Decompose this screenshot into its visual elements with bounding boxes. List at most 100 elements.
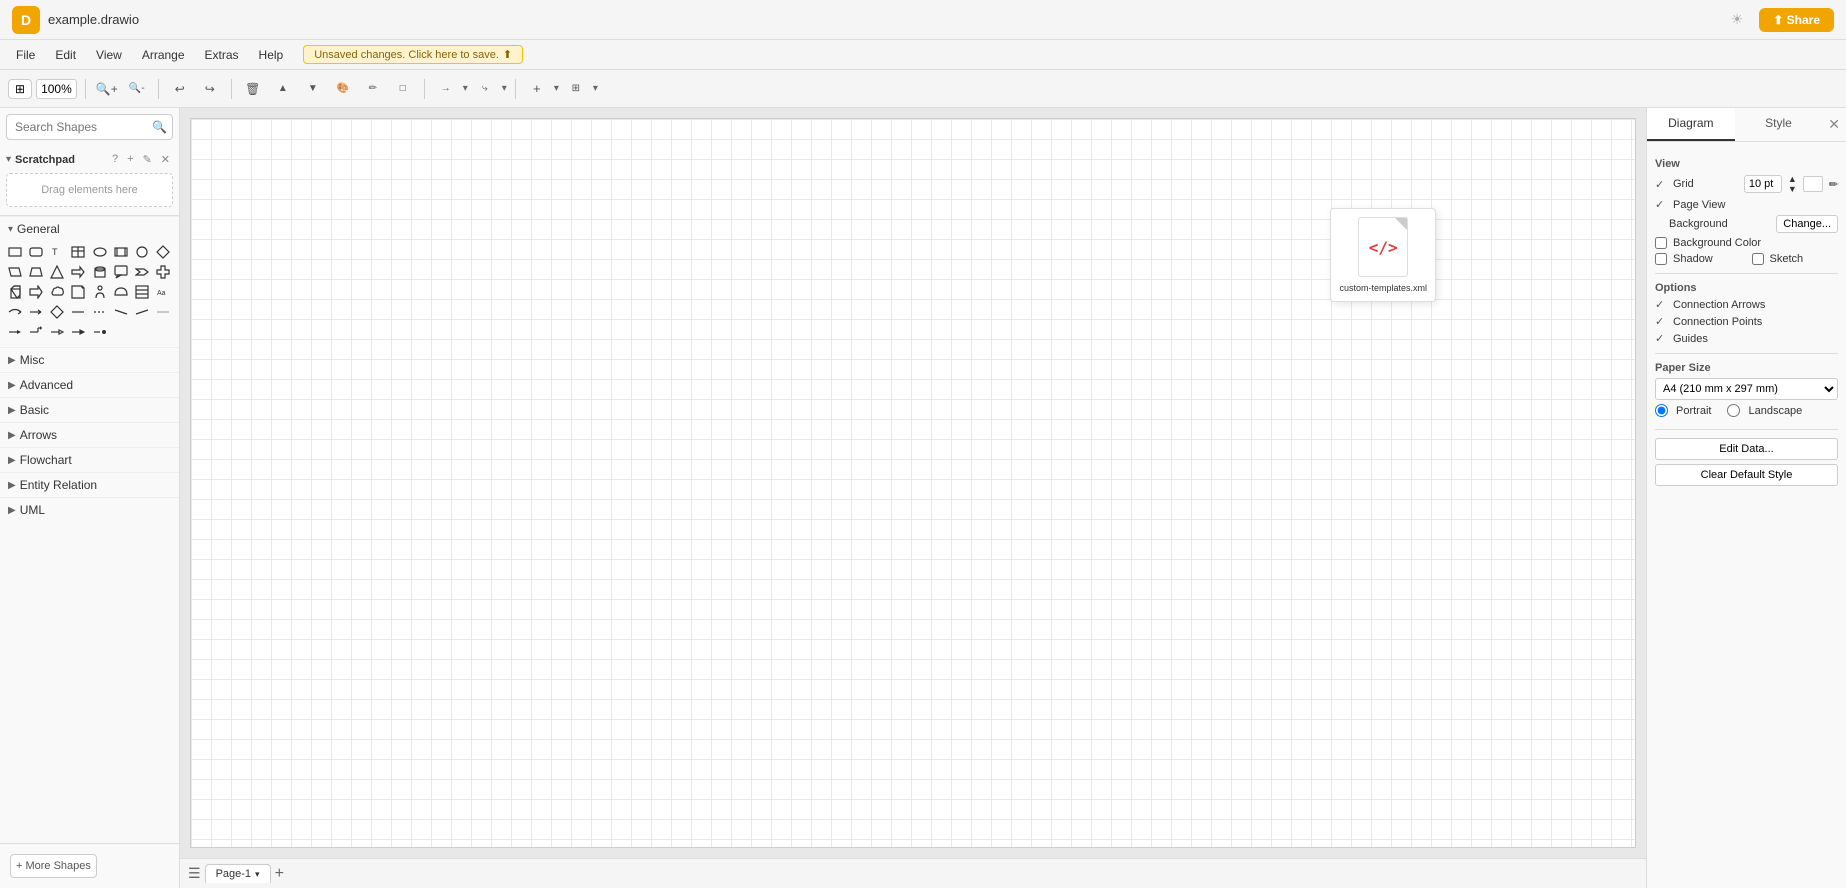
grid-value-input[interactable]: [1744, 175, 1782, 193]
menu-edit[interactable]: Edit: [47, 45, 84, 65]
shape-triangle[interactable]: [48, 263, 66, 281]
undo-button[interactable]: ↩: [167, 77, 193, 101]
section-misc[interactable]: ▶ Misc: [0, 347, 179, 372]
unsaved-badge[interactable]: Unsaved changes. Click here to save. ⬆: [303, 45, 523, 64]
shape-person[interactable]: [91, 283, 109, 301]
shape-trapezoid[interactable]: [27, 263, 45, 281]
shape-table2[interactable]: [133, 283, 151, 301]
tab-diagram[interactable]: Diagram: [1647, 108, 1735, 141]
shape-rect-rounded[interactable]: [27, 243, 45, 261]
paper-size-select[interactable]: A4 (210 mm x 297 mm) A3 Letter Legal Cus…: [1655, 378, 1838, 400]
shape-cylinder[interactable]: [91, 263, 109, 281]
shape-arrow3[interactable]: [6, 303, 24, 321]
shape-cube[interactable]: [6, 283, 24, 301]
to-back-button[interactable]: ▼: [300, 77, 326, 101]
shape-callout[interactable]: [112, 263, 130, 281]
insert-button[interactable]: +: [524, 77, 550, 101]
shape-arr2[interactable]: [27, 323, 45, 341]
shape-rect[interactable]: [6, 243, 24, 261]
shape-line5[interactable]: [154, 303, 172, 321]
background-color-checkbox[interactable]: [1655, 237, 1667, 249]
guides-label: Guides: [1673, 333, 1838, 345]
shape-ellipse[interactable]: [91, 243, 109, 261]
zoom-level[interactable]: 100%: [36, 79, 77, 99]
scratchpad-add-button[interactable]: +: [124, 152, 136, 167]
shape-arrow-right-2[interactable]: [27, 283, 45, 301]
share-button[interactable]: ⬆ Share: [1759, 8, 1834, 32]
shape-arr3[interactable]: [48, 323, 66, 341]
shape-line4[interactable]: [133, 303, 151, 321]
line-color-button[interactable]: ✏: [360, 77, 386, 101]
section-arrows[interactable]: ▶ Arrows: [0, 422, 179, 447]
shape-text2[interactable]: Aa: [154, 283, 172, 301]
grid-color-swatch[interactable]: [1803, 176, 1823, 192]
scratchpad-edit-button[interactable]: ✎: [140, 152, 155, 167]
fill-color-button[interactable]: 🎨: [330, 77, 356, 101]
scratchpad-help-button[interactable]: ?: [109, 152, 121, 167]
sketch-checkbox[interactable]: [1752, 253, 1764, 265]
section-general[interactable]: ▾ General: [0, 216, 179, 241]
shape-diamond[interactable]: [154, 243, 172, 261]
shape-line1[interactable]: [69, 303, 87, 321]
shape-line2[interactable]: [91, 303, 109, 321]
section-uml[interactable]: ▶ UML: [0, 497, 179, 522]
shape-arrow4[interactable]: [27, 303, 45, 321]
shape-arr1[interactable]: [6, 323, 24, 341]
waypoint-button[interactable]: ⤷: [472, 77, 498, 101]
page-tab-1[interactable]: Page-1 ▾: [205, 864, 271, 883]
page-menu-button[interactable]: ☰: [188, 865, 201, 882]
shape-line3[interactable]: [112, 303, 130, 321]
shape-cloud[interactable]: [48, 283, 66, 301]
separator-1: [85, 79, 86, 99]
search-box: 🔍: [6, 114, 173, 140]
zoom-control[interactable]: ⊞: [8, 79, 32, 99]
page-view-check-icon: ✓: [1655, 198, 1667, 211]
portrait-radio[interactable]: [1655, 404, 1668, 417]
grid-up-icon[interactable]: ▲▼: [1788, 174, 1797, 194]
menu-view[interactable]: View: [88, 45, 130, 65]
edit-data-button[interactable]: Edit Data...: [1655, 438, 1838, 460]
to-front-button[interactable]: ▲: [270, 77, 296, 101]
grid-edit-icon[interactable]: ✏: [1829, 178, 1838, 191]
shape-chevron[interactable]: [133, 263, 151, 281]
shadow-button[interactable]: □: [390, 77, 416, 101]
landscape-radio[interactable]: [1727, 404, 1740, 417]
shape-circle[interactable]: [133, 243, 151, 261]
page-view-label: Page View: [1673, 199, 1838, 211]
shape-cross[interactable]: [154, 263, 172, 281]
more-shapes-button[interactable]: + More Shapes: [10, 854, 97, 878]
change-button[interactable]: Change...: [1776, 215, 1838, 233]
shape-text[interactable]: T: [48, 243, 66, 261]
shape-diamond2[interactable]: [48, 303, 66, 321]
divider-3: [1655, 429, 1838, 430]
tab-style[interactable]: Style: [1735, 108, 1823, 141]
zoom-out-button[interactable]: 🔍-: [124, 77, 150, 101]
connection-style-button[interactable]: →: [433, 77, 459, 101]
delete-button[interactable]: 🗑: [240, 77, 266, 101]
shape-arr5[interactable]: [91, 323, 109, 341]
zoom-in-button[interactable]: 🔍+: [94, 77, 120, 101]
redo-button[interactable]: ↪: [197, 77, 223, 101]
shape-parallelogram[interactable]: [6, 263, 24, 281]
search-input[interactable]: [6, 114, 173, 140]
section-flowchart[interactable]: ▶ Flowchart: [0, 447, 179, 472]
add-page-button[interactable]: +: [275, 865, 284, 883]
section-basic[interactable]: ▶ Basic: [0, 397, 179, 422]
clear-default-style-button[interactable]: Clear Default Style: [1655, 464, 1838, 486]
shape-note[interactable]: [69, 283, 87, 301]
shape-right-arrow[interactable]: [69, 263, 87, 281]
section-entity-relation[interactable]: ▶ Entity Relation: [0, 472, 179, 497]
shape-half-circle[interactable]: [112, 283, 130, 301]
menu-help[interactable]: Help: [251, 45, 292, 65]
panel-close-button[interactable]: ✕: [1822, 108, 1846, 141]
menu-arrange[interactable]: Arrange: [134, 45, 193, 65]
section-advanced[interactable]: ▶ Advanced: [0, 372, 179, 397]
shape-process[interactable]: [112, 243, 130, 261]
menu-extras[interactable]: Extras: [197, 45, 247, 65]
table-button[interactable]: ⊞: [563, 77, 589, 101]
shadow-checkbox[interactable]: [1655, 253, 1667, 265]
shape-arr4[interactable]: [69, 323, 87, 341]
menu-file[interactable]: File: [8, 45, 43, 65]
scratchpad-close-button[interactable]: ✕: [158, 152, 173, 167]
shape-table[interactable]: [69, 243, 87, 261]
